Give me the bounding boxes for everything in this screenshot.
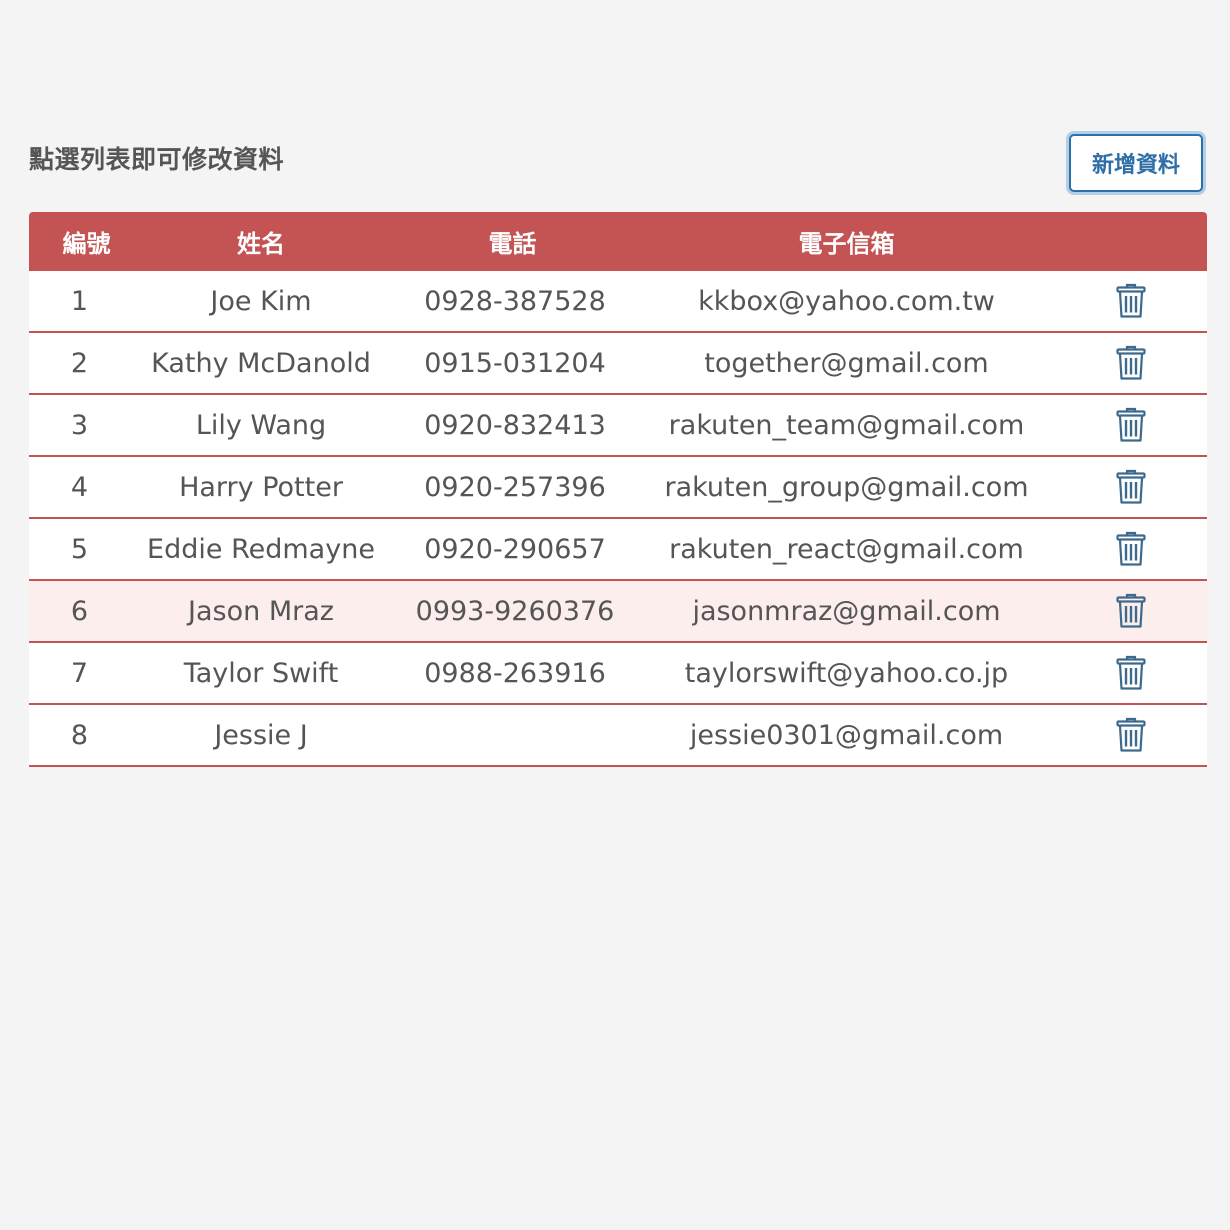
- row-number: 4: [70, 471, 89, 503]
- row-number: 6: [70, 595, 89, 627]
- row-number: 5: [70, 533, 89, 565]
- row-email: jessie0301@gmail.com: [689, 719, 1004, 751]
- row-email: rakuten_react@gmail.com: [669, 533, 1024, 565]
- row-email: taylorswift@yahoo.co.jp: [684, 657, 1009, 689]
- trash-icon: [1116, 469, 1146, 504]
- table-row[interactable]: 2 Kathy McDanold 0915-031204 together@gmail…: [29, 333, 1207, 395]
- row-name: Eddie Redmayne: [147, 533, 375, 565]
- delete-button[interactable]: [1055, 655, 1207, 691]
- add-record-button[interactable]: 新增資料: [1069, 134, 1203, 192]
- row-phone: 0988-263916: [424, 657, 606, 689]
- row-email: kkbox@yahoo.com.tw: [698, 285, 995, 317]
- table-row[interactable]: 1 Joe Kim 0928-387528 kkbox@yahoo.com.tw: [29, 271, 1207, 333]
- header-email: 電子信箱: [798, 230, 895, 258]
- delete-button[interactable]: [1055, 593, 1207, 629]
- row-phone: 0920-290657: [424, 533, 606, 565]
- row-email: rakuten_group@gmail.com: [664, 471, 1029, 503]
- table-row[interactable]: 7 Taylor Swift 0988-263916 taylorswift@yaho…: [29, 643, 1207, 705]
- row-phone: 0920-257396: [424, 471, 606, 503]
- table-header: 編號 姓名 電話 電子信箱: [29, 212, 1207, 271]
- row-email: rakuten_team@gmail.com: [668, 409, 1025, 441]
- contacts-table: 編號 姓名 電話 電子信箱 1 Joe Kim 0928-387528 kkbox@y…: [29, 212, 1207, 767]
- header-name: 姓名: [237, 230, 285, 258]
- row-number: 3: [70, 409, 89, 441]
- table-row[interactable]: 5 Eddie Redmayne 0920-290657 rakuten_react@…: [29, 519, 1207, 581]
- delete-button[interactable]: [1055, 407, 1207, 443]
- table-row[interactable]: 3 Lily Wang 0920-832413 rakuten_team@gmail.…: [29, 395, 1207, 457]
- trash-icon: [1116, 655, 1146, 690]
- delete-button[interactable]: [1055, 469, 1207, 505]
- row-phone: 0915-031204: [424, 347, 606, 379]
- trash-icon: [1116, 531, 1146, 566]
- table-row[interactable]: 8 Jessie J jessie0301@gmail.com: [29, 705, 1207, 767]
- page: 點選列表即可修改資料 新增資料 編號 姓名 電話 電子信箱 1 Joe Kim 09…: [0, 0, 1230, 1230]
- row-name: Taylor Swift: [183, 657, 339, 689]
- delete-button[interactable]: [1055, 717, 1207, 753]
- instruction-text: 點選列表即可修改資料: [29, 145, 285, 174]
- delete-button[interactable]: [1055, 283, 1207, 319]
- row-name: Kathy McDanold: [151, 347, 371, 379]
- row-number: 1: [70, 285, 89, 317]
- delete-button[interactable]: [1055, 345, 1207, 381]
- table-body: 1 Joe Kim 0928-387528 kkbox@yahoo.com.tw 2 Ka…: [29, 271, 1207, 767]
- row-number: 8: [70, 719, 89, 751]
- row-email: together@gmail.com: [704, 347, 989, 379]
- trash-icon: [1116, 407, 1146, 442]
- trash-icon: [1116, 593, 1146, 628]
- table-row[interactable]: 4 Harry Potter 0920-257396 rakuten_group@gm…: [29, 457, 1207, 519]
- row-name: Joe Kim: [210, 285, 312, 317]
- row-name: Harry Potter: [179, 471, 343, 503]
- row-phone: 0993-9260376: [415, 595, 615, 627]
- trash-icon: [1116, 283, 1146, 318]
- row-phone: 0920-832413: [424, 409, 606, 441]
- row-name: Jessie J: [214, 719, 308, 751]
- row-email: jasonmraz@gmail.com: [692, 595, 1001, 627]
- row-number: 7: [70, 657, 89, 689]
- header-phone: 電話: [488, 230, 537, 258]
- trash-icon: [1116, 717, 1146, 752]
- header-number: 編號: [62, 230, 111, 258]
- row-phone: 0928-387528: [424, 285, 606, 317]
- trash-icon: [1116, 345, 1146, 380]
- row-name: Jason Mraz: [188, 595, 334, 627]
- delete-button[interactable]: [1055, 531, 1207, 567]
- table-row[interactable]: 6 Jason Mraz 0993-9260376 jasonmraz@gmail.c…: [29, 581, 1207, 643]
- row-name: Lily Wang: [195, 409, 327, 441]
- row-number: 2: [70, 347, 89, 379]
